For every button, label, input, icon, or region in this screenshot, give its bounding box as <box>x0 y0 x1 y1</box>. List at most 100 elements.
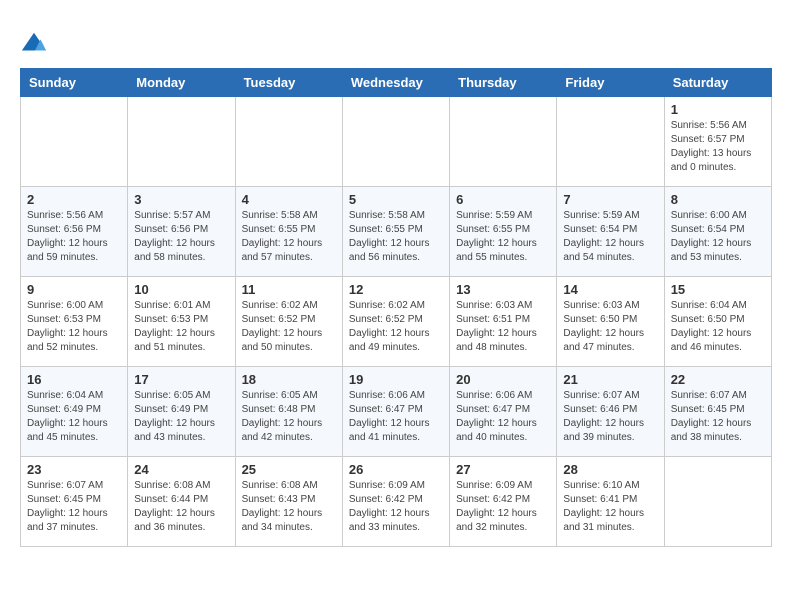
day-info: Sunrise: 6:10 AM Sunset: 6:41 PM Dayligh… <box>563 479 657 535</box>
day-info: Sunrise: 6:00 AM Sunset: 6:54 PM Dayligh… <box>671 209 765 265</box>
calendar-cell: 15 Sunrise: 6:04 AM Sunset: 6:50 PM Dayli… <box>664 277 771 367</box>
calendar-cell: 18Sunrise: 6:05 AM Sunset: 6:48 PM Dayli… <box>235 367 342 457</box>
day-info: Sunrise: 6:09 AM Sunset: 6:42 PM Dayligh… <box>349 479 443 535</box>
calendar-cell: 9 Sunrise: 6:00 AM Sunset: 6:53 PM Daylig… <box>21 277 128 367</box>
day-number: 12 <box>349 282 443 297</box>
calendar-cell <box>664 457 771 547</box>
day-info: Sunrise: 6:05 AM Sunset: 6:48 PM Dayligh… <box>242 389 336 445</box>
calendar-cell: 17 Sunrise: 6:05 AM Sunset: 6:49 PM Dayli… <box>128 367 235 457</box>
calendar-cell: 11 Sunrise: 6:02 AM Sunset: 6:52 PM Dayli… <box>235 277 342 367</box>
logo-icon <box>20 30 48 58</box>
day-info: Sunrise: 6:07 AM Sunset: 6:45 PM Dayligh… <box>27 479 121 535</box>
weekday-header-wednesday: Wednesday <box>342 69 449 97</box>
calendar-cell: 5 Sunrise: 5:58 AM Sunset: 6:55 PM Daylig… <box>342 187 449 277</box>
day-number: 3 <box>134 192 228 207</box>
day-info: Sunrise: 6:03 AM Sunset: 6:50 PM Dayligh… <box>563 299 657 355</box>
day-info: Sunrise: 6:08 AM Sunset: 6:44 PM Dayligh… <box>134 479 228 535</box>
day-info: Sunrise: 6:05 AM Sunset: 6:49 PM Dayligh… <box>134 389 228 445</box>
calendar-cell: 3 Sunrise: 5:57 AM Sunset: 6:56 PM Daylig… <box>128 187 235 277</box>
calendar-cell <box>342 97 449 187</box>
day-info: Sunrise: 6:07 AM Sunset: 6:46 PM Dayligh… <box>563 389 657 445</box>
calendar-cell: 22Sunrise: 6:07 AM Sunset: 6:45 PM Dayli… <box>664 367 771 457</box>
calendar-cell <box>128 97 235 187</box>
day-number: 5 <box>349 192 443 207</box>
calendar-cell <box>235 97 342 187</box>
day-number: 13 <box>456 282 550 297</box>
day-info: Sunrise: 6:04 AM Sunset: 6:50 PM Dayligh… <box>671 299 765 355</box>
day-info: Sunrise: 5:59 AM Sunset: 6:55 PM Dayligh… <box>456 209 550 265</box>
day-number: 24 <box>134 462 228 477</box>
day-number: 1 <box>671 102 765 117</box>
weekday-header-friday: Friday <box>557 69 664 97</box>
calendar-cell: 25Sunrise: 6:08 AM Sunset: 6:43 PM Dayli… <box>235 457 342 547</box>
day-number: 27 <box>456 462 550 477</box>
day-number: 26 <box>349 462 443 477</box>
day-number: 11 <box>242 282 336 297</box>
day-number: 10 <box>134 282 228 297</box>
weekday-header-monday: Monday <box>128 69 235 97</box>
day-info: Sunrise: 5:56 AM Sunset: 6:57 PM Dayligh… <box>671 119 765 175</box>
weekday-header-tuesday: Tuesday <box>235 69 342 97</box>
calendar-cell: 10 Sunrise: 6:01 AM Sunset: 6:53 PM Dayli… <box>128 277 235 367</box>
day-info: Sunrise: 6:09 AM Sunset: 6:42 PM Dayligh… <box>456 479 550 535</box>
day-number: 20 <box>456 372 550 387</box>
day-number: 25 <box>242 462 336 477</box>
day-number: 14 <box>563 282 657 297</box>
day-info: Sunrise: 6:06 AM Sunset: 6:47 PM Dayligh… <box>456 389 550 445</box>
calendar-cell: 12 Sunrise: 6:02 AM Sunset: 6:52 PM Dayli… <box>342 277 449 367</box>
day-info: Sunrise: 6:03 AM Sunset: 6:51 PM Dayligh… <box>456 299 550 355</box>
calendar-cell <box>21 97 128 187</box>
calendar-table: SundayMondayTuesdayWednesdayThursdayFrid… <box>20 68 772 547</box>
calendar-cell: 27 Sunrise: 6:09 AM Sunset: 6:42 PM Dayli… <box>450 457 557 547</box>
calendar-week-row: 1 Sunrise: 5:56 AM Sunset: 6:57 PM Daylig… <box>21 97 772 187</box>
day-number: 21 <box>563 372 657 387</box>
day-number: 28 <box>563 462 657 477</box>
day-info: Sunrise: 5:56 AM Sunset: 6:56 PM Dayligh… <box>27 209 121 265</box>
day-info: Sunrise: 6:01 AM Sunset: 6:53 PM Dayligh… <box>134 299 228 355</box>
weekday-header-saturday: Saturday <box>664 69 771 97</box>
calendar-cell: 21 Sunrise: 6:07 AM Sunset: 6:46 PM Dayli… <box>557 367 664 457</box>
calendar-cell <box>557 97 664 187</box>
calendar-cell: 14 Sunrise: 6:03 AM Sunset: 6:50 PM Dayli… <box>557 277 664 367</box>
calendar-cell: 6Sunrise: 5:59 AM Sunset: 6:55 PM Daylig… <box>450 187 557 277</box>
weekday-header-sunday: Sunday <box>21 69 128 97</box>
calendar-cell: 28 Sunrise: 6:10 AM Sunset: 6:41 PM Dayli… <box>557 457 664 547</box>
calendar-cell: 4 Sunrise: 5:58 AM Sunset: 6:55 PM Daylig… <box>235 187 342 277</box>
calendar-cell: 1 Sunrise: 5:56 AM Sunset: 6:57 PM Daylig… <box>664 97 771 187</box>
day-info: Sunrise: 5:57 AM Sunset: 6:56 PM Dayligh… <box>134 209 228 265</box>
day-number: 7 <box>563 192 657 207</box>
day-number: 23 <box>27 462 121 477</box>
calendar-header-row: SundayMondayTuesdayWednesdayThursdayFrid… <box>21 69 772 97</box>
day-info: Sunrise: 6:00 AM Sunset: 6:53 PM Dayligh… <box>27 299 121 355</box>
day-info: Sunrise: 5:58 AM Sunset: 6:55 PM Dayligh… <box>349 209 443 265</box>
day-number: 4 <box>242 192 336 207</box>
day-number: 19 <box>349 372 443 387</box>
day-info: Sunrise: 6:02 AM Sunset: 6:52 PM Dayligh… <box>349 299 443 355</box>
day-number: 9 <box>27 282 121 297</box>
day-number: 16 <box>27 372 121 387</box>
calendar-cell: 20 Sunrise: 6:06 AM Sunset: 6:47 PM Dayli… <box>450 367 557 457</box>
calendar-cell: 7 Sunrise: 5:59 AM Sunset: 6:54 PM Daylig… <box>557 187 664 277</box>
calendar-cell: 13 Sunrise: 6:03 AM Sunset: 6:51 PM Dayli… <box>450 277 557 367</box>
calendar-cell: 24 Sunrise: 6:08 AM Sunset: 6:44 PM Dayli… <box>128 457 235 547</box>
logo <box>20 30 50 58</box>
day-number: 8 <box>671 192 765 207</box>
calendar-week-row: 9 Sunrise: 6:00 AM Sunset: 6:53 PM Daylig… <box>21 277 772 367</box>
calendar-cell: 19 Sunrise: 6:06 AM Sunset: 6:47 PM Dayli… <box>342 367 449 457</box>
day-number: 15 <box>671 282 765 297</box>
calendar-cell: 16 Sunrise: 6:04 AM Sunset: 6:49 PM Dayli… <box>21 367 128 457</box>
day-info: Sunrise: 6:06 AM Sunset: 6:47 PM Dayligh… <box>349 389 443 445</box>
calendar-week-row: 16 Sunrise: 6:04 AM Sunset: 6:49 PM Dayli… <box>21 367 772 457</box>
day-info: Sunrise: 5:59 AM Sunset: 6:54 PM Dayligh… <box>563 209 657 265</box>
calendar-cell: 23 Sunrise: 6:07 AM Sunset: 6:45 PM Dayli… <box>21 457 128 547</box>
page-header <box>20 20 772 58</box>
day-info: Sunrise: 6:02 AM Sunset: 6:52 PM Dayligh… <box>242 299 336 355</box>
calendar-cell: 8 Sunrise: 6:00 AM Sunset: 6:54 PM Daylig… <box>664 187 771 277</box>
calendar-cell: 26 Sunrise: 6:09 AM Sunset: 6:42 PM Dayli… <box>342 457 449 547</box>
day-number: 22 <box>671 372 765 387</box>
day-info: Sunrise: 5:58 AM Sunset: 6:55 PM Dayligh… <box>242 209 336 265</box>
day-info: Sunrise: 6:04 AM Sunset: 6:49 PM Dayligh… <box>27 389 121 445</box>
day-number: 2 <box>27 192 121 207</box>
calendar-cell: 2 Sunrise: 5:56 AM Sunset: 6:56 PM Daylig… <box>21 187 128 277</box>
day-number: 17 <box>134 372 228 387</box>
